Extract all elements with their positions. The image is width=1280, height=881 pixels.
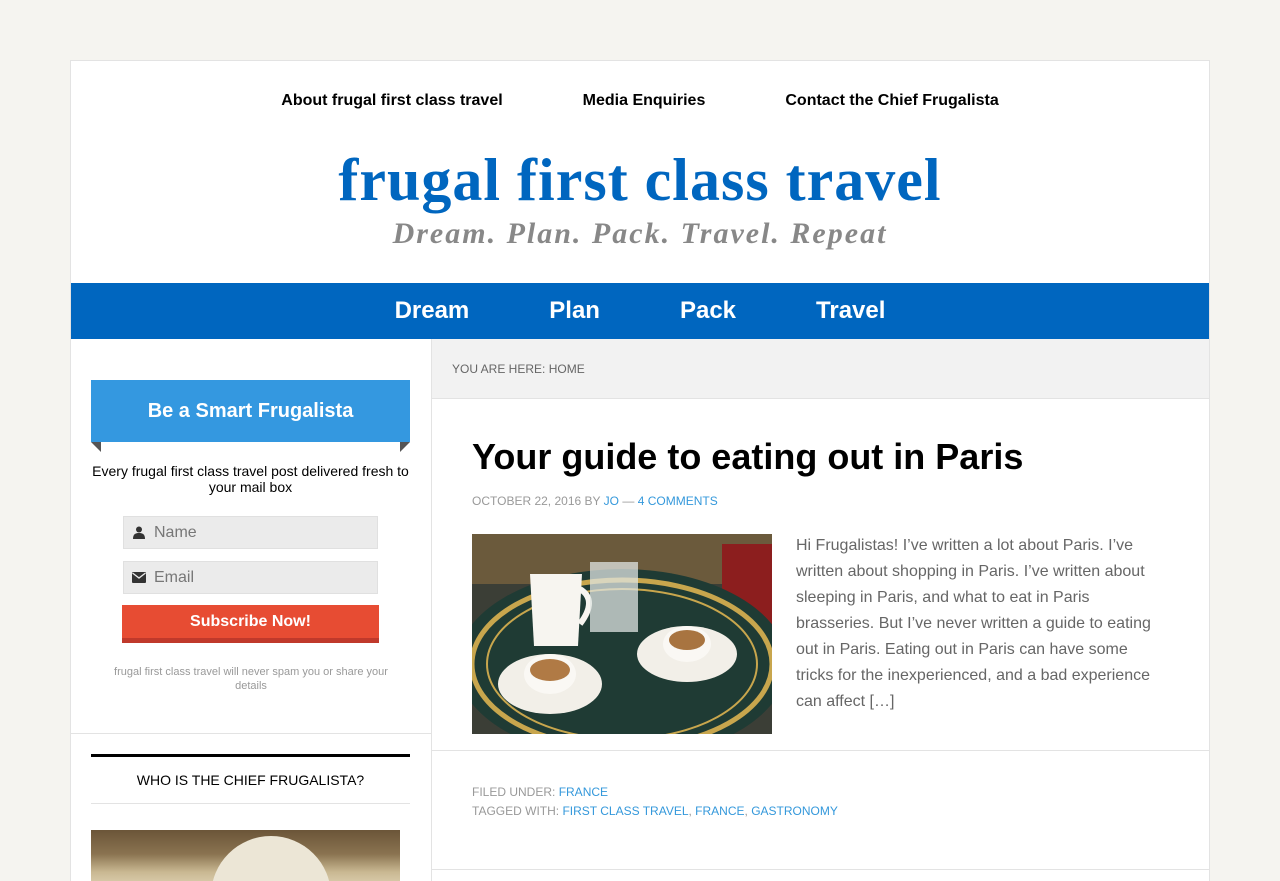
category-link[interactable]: FRANCE <box>559 785 608 799</box>
post-excerpt: Hi Frugalistas! I’ve written a lot about… <box>796 537 1151 710</box>
filed-under: FILED UNDER: FRANCE <box>472 785 608 799</box>
main-content: YOU ARE HERE: HOME Your guide to eating … <box>432 339 1209 881</box>
user-icon <box>124 526 154 539</box>
envelope-icon <box>124 572 154 583</box>
nav-contact[interactable]: Contact the Chief Frugalista <box>785 92 998 110</box>
sidebar-divider <box>71 733 431 734</box>
tag-link[interactable]: FIRST CLASS TRAVEL <box>562 804 688 818</box>
nav-plan[interactable]: Plan <box>549 297 600 325</box>
site-description: Dream. Plan. Pack. Travel. Repeat <box>392 217 888 250</box>
nav-media-enquiries[interactable]: Media Enquiries <box>583 92 706 110</box>
meta-separator: — <box>622 494 635 508</box>
tagged-label: TAGGED WITH: <box>472 804 560 818</box>
post-thumbnail[interactable] <box>472 534 772 734</box>
breadcrumb-current: HOME <box>548 361 585 376</box>
post-title[interactable]: Your guide to eating out in Paris <box>472 435 1023 479</box>
nav-about[interactable]: About frugal first class travel <box>281 92 502 110</box>
ribbon-fold-right <box>400 442 410 452</box>
post-author[interactable]: JO <box>604 494 619 508</box>
chief-frugalista-photo <box>91 830 400 881</box>
name-input[interactable] <box>154 523 364 542</box>
optin-title: Be a Smart Frugalista <box>91 380 410 442</box>
filed-label: FILED UNDER: <box>472 785 556 799</box>
post-bottom-divider <box>432 869 1209 870</box>
sidebar: Be a Smart Frugalista Every frugal first… <box>71 339 432 881</box>
post-date: OCTOBER 22, 2016 <box>472 494 582 508</box>
ribbon-fold-left <box>91 442 101 452</box>
post-by: BY <box>584 494 601 508</box>
site-container: About frugal first class travel Media En… <box>70 60 1210 881</box>
name-field-wrapper <box>123 516 378 549</box>
spam-note: frugal first class travel will never spa… <box>114 666 388 692</box>
email-field-wrapper <box>123 561 378 594</box>
tag-link[interactable]: GASTRONOMY <box>751 804 838 818</box>
widget-title: WHO IS THE CHIEF FRUGALISTA? <box>91 754 410 804</box>
site-title[interactable]: frugal first class travel <box>71 147 1209 213</box>
entry-footer-divider <box>432 750 1209 751</box>
nav-travel[interactable]: Travel <box>816 297 885 325</box>
email-input[interactable] <box>154 568 364 587</box>
breadcrumb-prefix: YOU ARE HERE: <box>452 361 546 376</box>
primary-nav: Dream Plan Pack Travel <box>71 283 1209 339</box>
post-meta: OCTOBER 22, 2016 BY JO — 4 COMMENTS <box>472 494 718 508</box>
tag-link[interactable]: FRANCE <box>695 804 744 818</box>
photo-detail <box>211 836 331 881</box>
nav-dream[interactable]: Dream <box>395 297 470 325</box>
subscribe-button[interactable]: Subscribe Now! <box>122 605 379 643</box>
coffee-table-image <box>472 534 772 734</box>
breadcrumb: YOU ARE HERE: HOME <box>432 339 1209 399</box>
tagged-with: TAGGED WITH: FIRST CLASS TRAVEL, FRANCE,… <box>472 804 838 818</box>
nav-pack[interactable]: Pack <box>680 297 736 325</box>
secondary-nav: About frugal first class travel Media En… <box>71 61 1209 141</box>
optin-text: Every frugal first class travel post del… <box>92 463 409 495</box>
post-comments-link[interactable]: 4 COMMENTS <box>638 494 718 508</box>
